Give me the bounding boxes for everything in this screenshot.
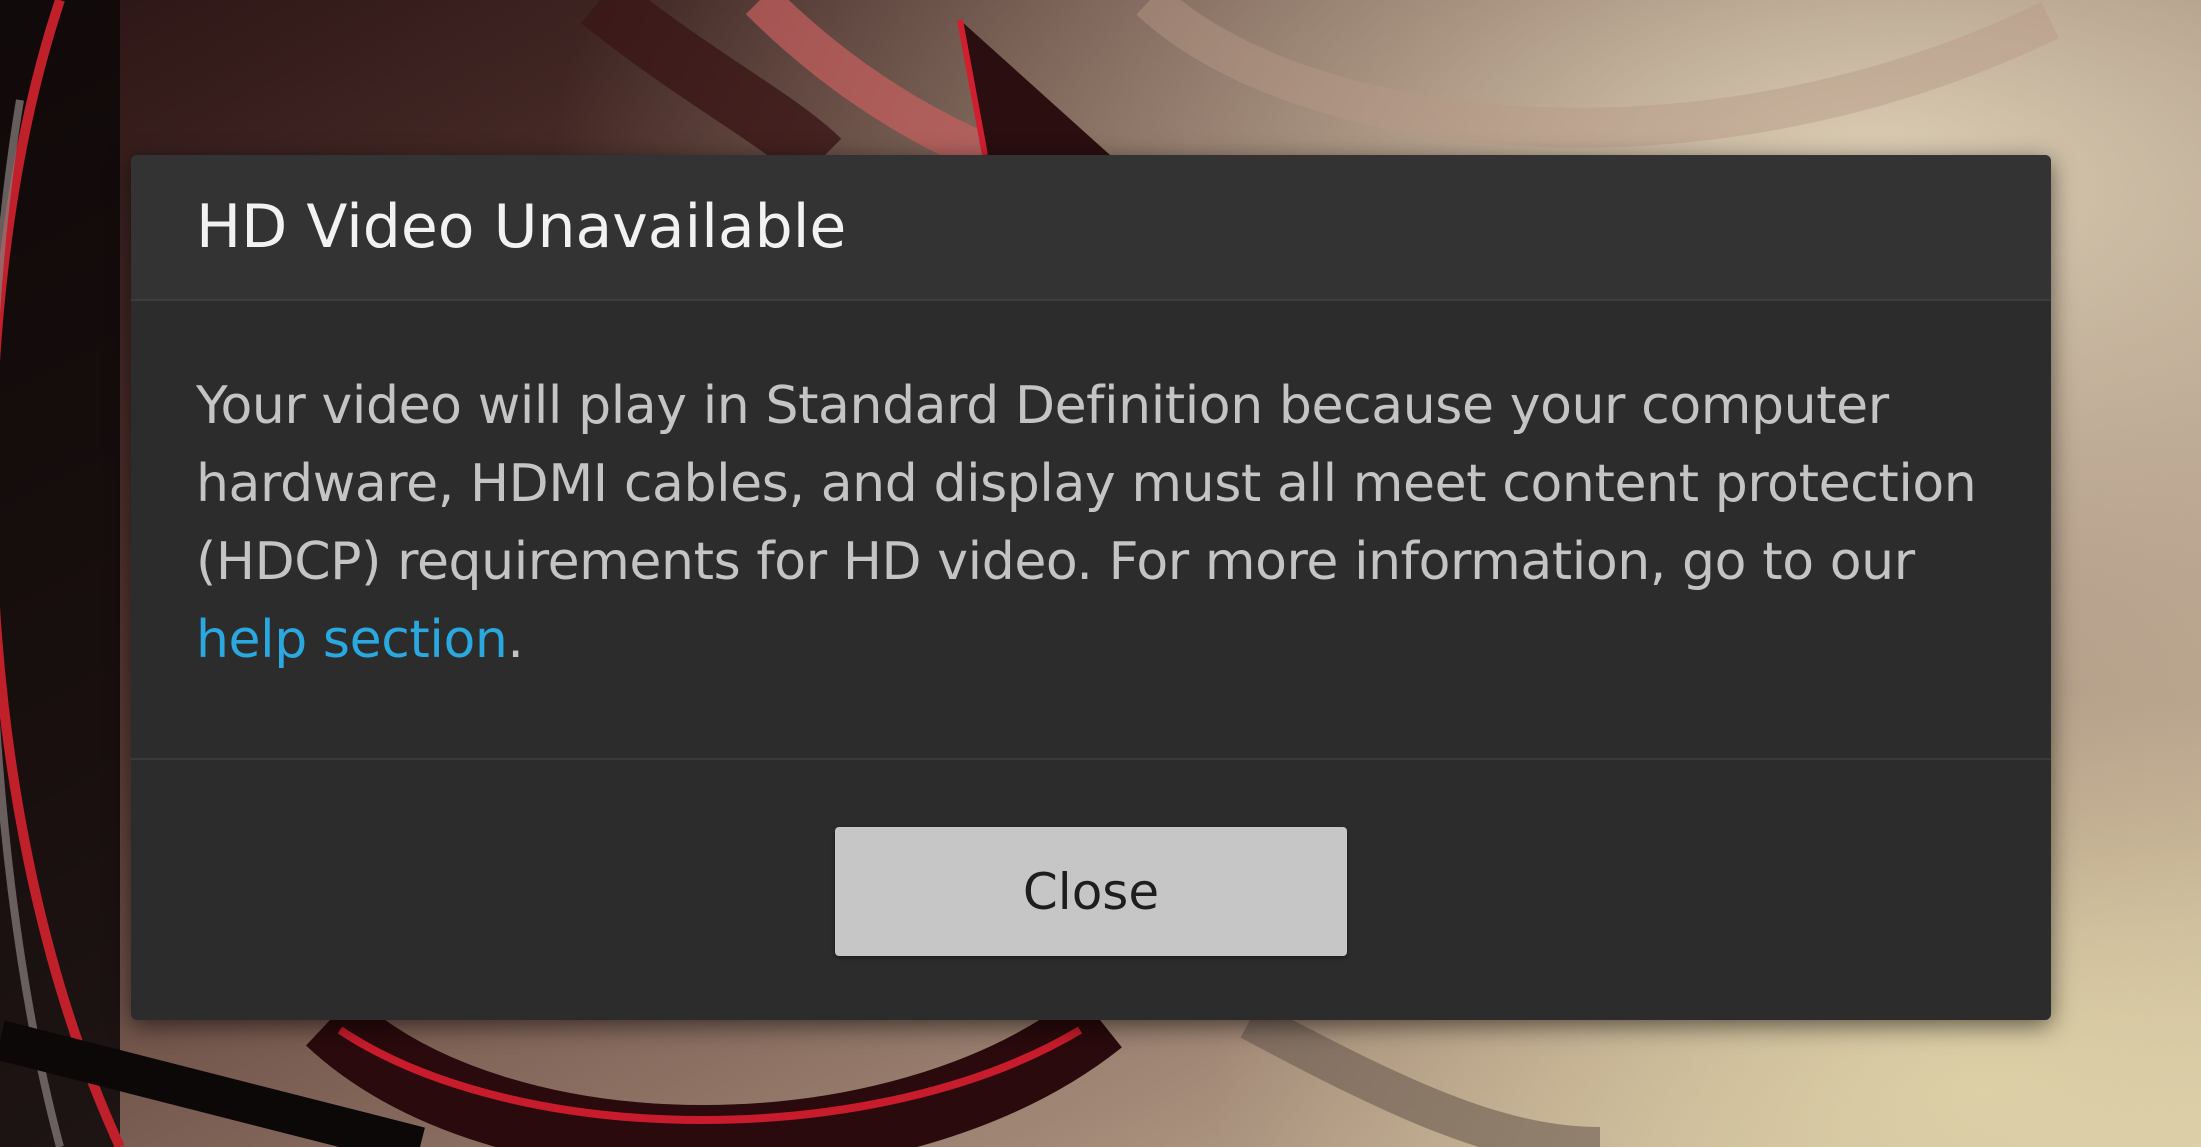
help-section-link[interactable]: help section: [196, 610, 508, 670]
close-button[interactable]: Close: [835, 827, 1347, 956]
dialog-message: Your video will play in Standard Definit…: [196, 367, 1996, 679]
message-text: Your video will play in Standard Definit…: [196, 376, 1977, 592]
dialog-divider: [131, 758, 2051, 760]
hd-unavailable-dialog: HD Video Unavailable Your video will pla…: [131, 155, 2051, 1020]
message-end-punctuation: .: [507, 610, 524, 670]
dialog-title: HD Video Unavailable: [196, 192, 847, 262]
dialog-header: HD Video Unavailable: [131, 155, 2051, 301]
